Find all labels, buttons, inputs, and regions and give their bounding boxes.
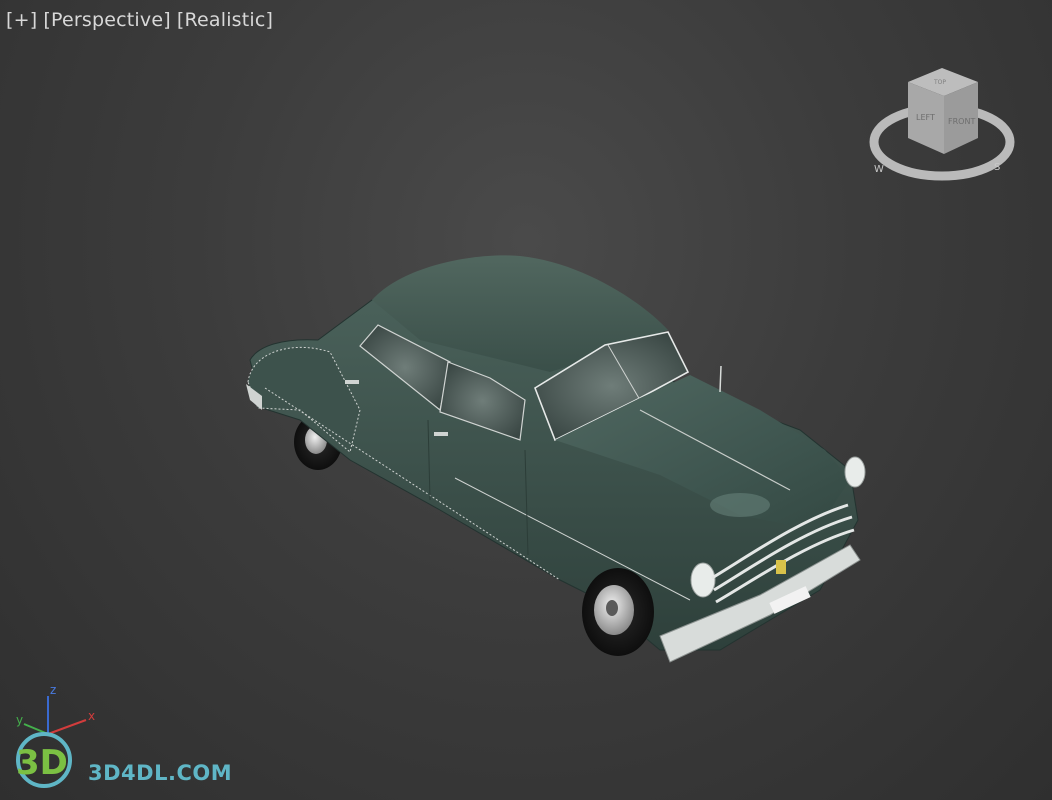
axis-z-label: z [50,684,56,697]
antenna [719,365,722,393]
fog-light [776,560,786,574]
viewcube-label-front: FRONT [948,117,975,126]
right-headlight [844,456,866,488]
viewcube-compass-w[interactable]: W [874,164,884,175]
car-model[interactable] [246,255,866,663]
viewcube[interactable]: LEFT FRONT TOP W S [866,62,1018,188]
watermark: 3D 3D4DL.COM [10,728,250,792]
axis-x-label: x [88,709,95,723]
viewcube-label-top: TOP [933,79,946,86]
watermark-text: 3D4DL.COM [88,761,233,785]
viewcube-label-left: LEFT [916,113,935,122]
viewcube-compass-s[interactable]: S [994,162,1000,173]
rear-door-handle [345,380,359,384]
left-headlight [690,562,716,598]
axis-y-label: y [16,713,23,727]
front-door-handle [434,432,448,436]
watermark-logo-text: 3D [16,743,68,783]
watermark-logo: 3D [16,732,72,788]
